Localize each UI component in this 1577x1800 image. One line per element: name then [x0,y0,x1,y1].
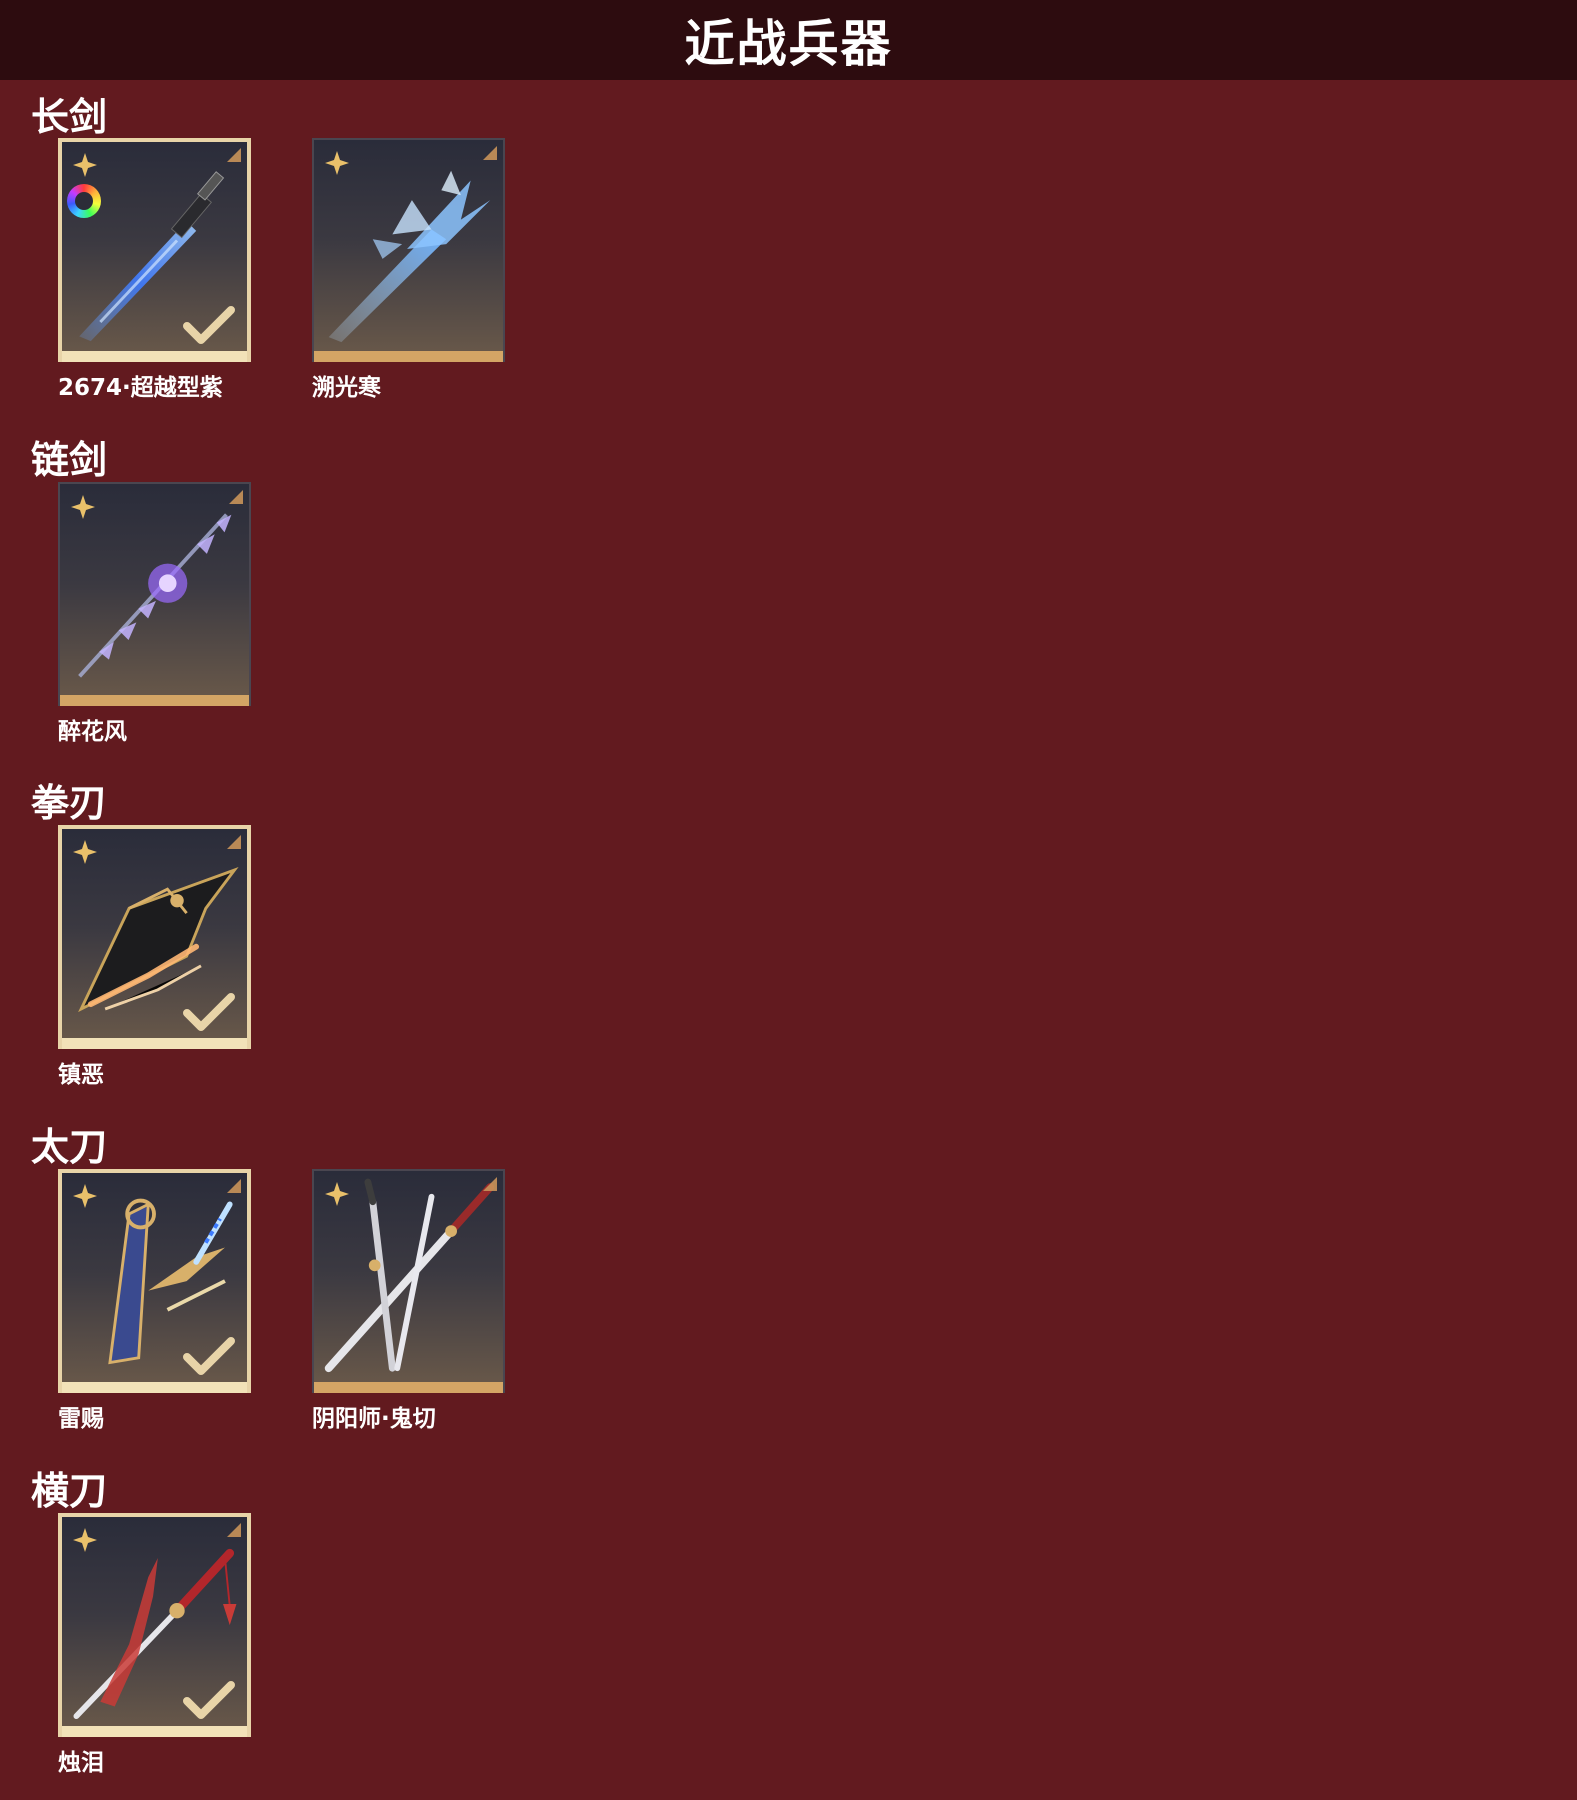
weapon-card[interactable]: 溯光寒 [312,138,505,402]
selection-bar [62,351,247,362]
weapon-card[interactable]: 烛泪 [58,1513,251,1777]
section-title-hengdao: 横刀 [31,1469,108,1513]
weapon-name: 溯光寒 [312,375,381,401]
selection-bar [314,1382,503,1393]
weapon-thumbnail[interactable] [58,1169,251,1393]
checkmark-icon [183,1337,235,1375]
star-badge-icon [325,1182,349,1206]
section-title-longsword: 长剑 [31,95,108,139]
section-title-fistblade: 拳刃 [31,781,108,825]
selection-bar [62,1038,247,1049]
checkmark-icon [183,306,235,344]
weapon-card[interactable]: 阴阳师·鬼切 [312,1169,505,1433]
weapon-card[interactable]: 2674·超越型紫 [58,138,251,402]
weapon-thumbnail[interactable] [58,825,251,1049]
checkmark-icon [183,1681,235,1719]
star-badge-icon [325,151,349,175]
weapon-thumbnail[interactable] [58,1513,251,1737]
section-title-tachi: 太刀 [31,1125,108,1169]
weapon-name: 醉花风 [58,719,127,745]
weapon-name: 阴阳师·鬼切 [312,1406,436,1432]
star-badge-icon [73,840,97,864]
star-badge-icon [73,1184,97,1208]
star-badge-icon [71,495,95,519]
selection-bar [60,695,249,706]
weapon-card[interactable]: 雷赐 [58,1169,251,1433]
selection-bar [314,351,503,362]
selection-bar [62,1382,247,1393]
weapon-name: 烛泪 [58,1750,104,1776]
weapon-thumbnail[interactable] [312,1169,505,1393]
weapon-name: 2674·超越型紫 [58,375,223,401]
star-badge-icon [73,153,97,177]
weapon-name: 雷赐 [58,1406,104,1432]
weapon-card[interactable]: 醉花风 [58,482,251,746]
section-title-chainsword: 链剑 [31,438,108,482]
weapon-thumbnail[interactable] [312,138,505,362]
star-badge-icon [73,1528,97,1552]
selection-bar [62,1726,247,1737]
weapon-name: 镇恶 [58,1062,104,1088]
checkmark-icon [183,993,235,1031]
header-bar: 近战兵器 [0,0,1577,80]
color-palette-icon [67,184,101,218]
weapon-card[interactable]: 镇恶 [58,825,251,1089]
weapon-thumbnail[interactable] [58,482,251,706]
page-title: 近战兵器 [684,15,893,73]
weapon-thumbnail[interactable] [58,138,251,362]
